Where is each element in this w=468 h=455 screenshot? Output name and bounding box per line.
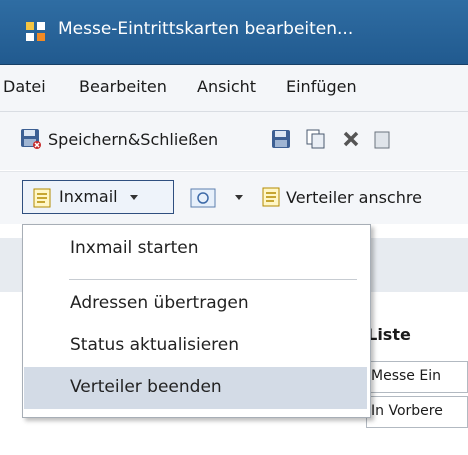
app-icon xyxy=(26,22,45,41)
inxmail-label: Inxmail xyxy=(59,187,118,206)
save-close-button[interactable]: Speichern&Schließen xyxy=(20,128,218,150)
menu-item-inxmail-starten[interactable]: Inxmail starten xyxy=(24,228,367,270)
window-titlebar: Messe-Eintrittskarten bearbeiten... xyxy=(0,0,468,65)
toolbar: Speichern&Schließen xyxy=(0,112,468,170)
menu-item-adressen-uebertragen[interactable]: Adressen übertragen xyxy=(24,283,367,325)
inxmail-icon xyxy=(33,188,51,208)
menu-einfuegen[interactable]: Einfügen xyxy=(286,77,357,96)
menubar: Datei Bearbeiten Ansicht Einfügen xyxy=(0,65,468,112)
chevron-down-icon xyxy=(130,195,138,200)
menu-item-verteiler-beenden[interactable]: Verteiler beenden xyxy=(24,367,367,409)
document-icon xyxy=(262,187,280,207)
delete-icon[interactable] xyxy=(342,130,360,148)
status-field[interactable]: In Vorbere xyxy=(366,396,468,428)
menu-item-label: Status aktualisieren xyxy=(70,335,240,355)
email-dropdown-chevron-icon[interactable] xyxy=(234,194,244,202)
menu-bearbeiten[interactable]: Bearbeiten xyxy=(79,77,167,96)
save-close-icon xyxy=(21,129,41,149)
menu-item-label: Adressen übertragen xyxy=(70,293,249,313)
menu-datei[interactable]: Datei xyxy=(3,77,46,96)
name-field[interactable]: Messe Ein xyxy=(366,361,468,393)
menu-item-label: Verteiler beenden xyxy=(70,377,222,397)
save-close-label: Speichern&Schließen xyxy=(48,129,219,149)
menu-separator xyxy=(69,279,357,280)
menu-item-label: Inxmail starten xyxy=(70,238,199,258)
save-icon[interactable] xyxy=(271,129,291,149)
print-icon[interactable] xyxy=(374,130,390,150)
copy-icon[interactable] xyxy=(306,129,326,149)
menu-ansicht[interactable]: Ansicht xyxy=(197,77,256,96)
window-title: Messe-Eintrittskarten bearbeiten... xyxy=(58,19,354,39)
inxmail-dropdown-menu: Inxmail starten Adressen übertragen Stat… xyxy=(22,224,371,418)
menu-item-status-aktualisieren[interactable]: Status aktualisieren xyxy=(24,325,367,367)
verteiler-anschreiben-button[interactable]: Verteiler anschre xyxy=(262,187,422,207)
email-icon[interactable] xyxy=(190,187,218,209)
verteiler-label: Verteiler anschre xyxy=(286,187,422,207)
toolbar-2: Inxmail Verteiler anschre xyxy=(0,171,468,224)
inxmail-dropdown-button[interactable]: Inxmail xyxy=(22,180,174,214)
